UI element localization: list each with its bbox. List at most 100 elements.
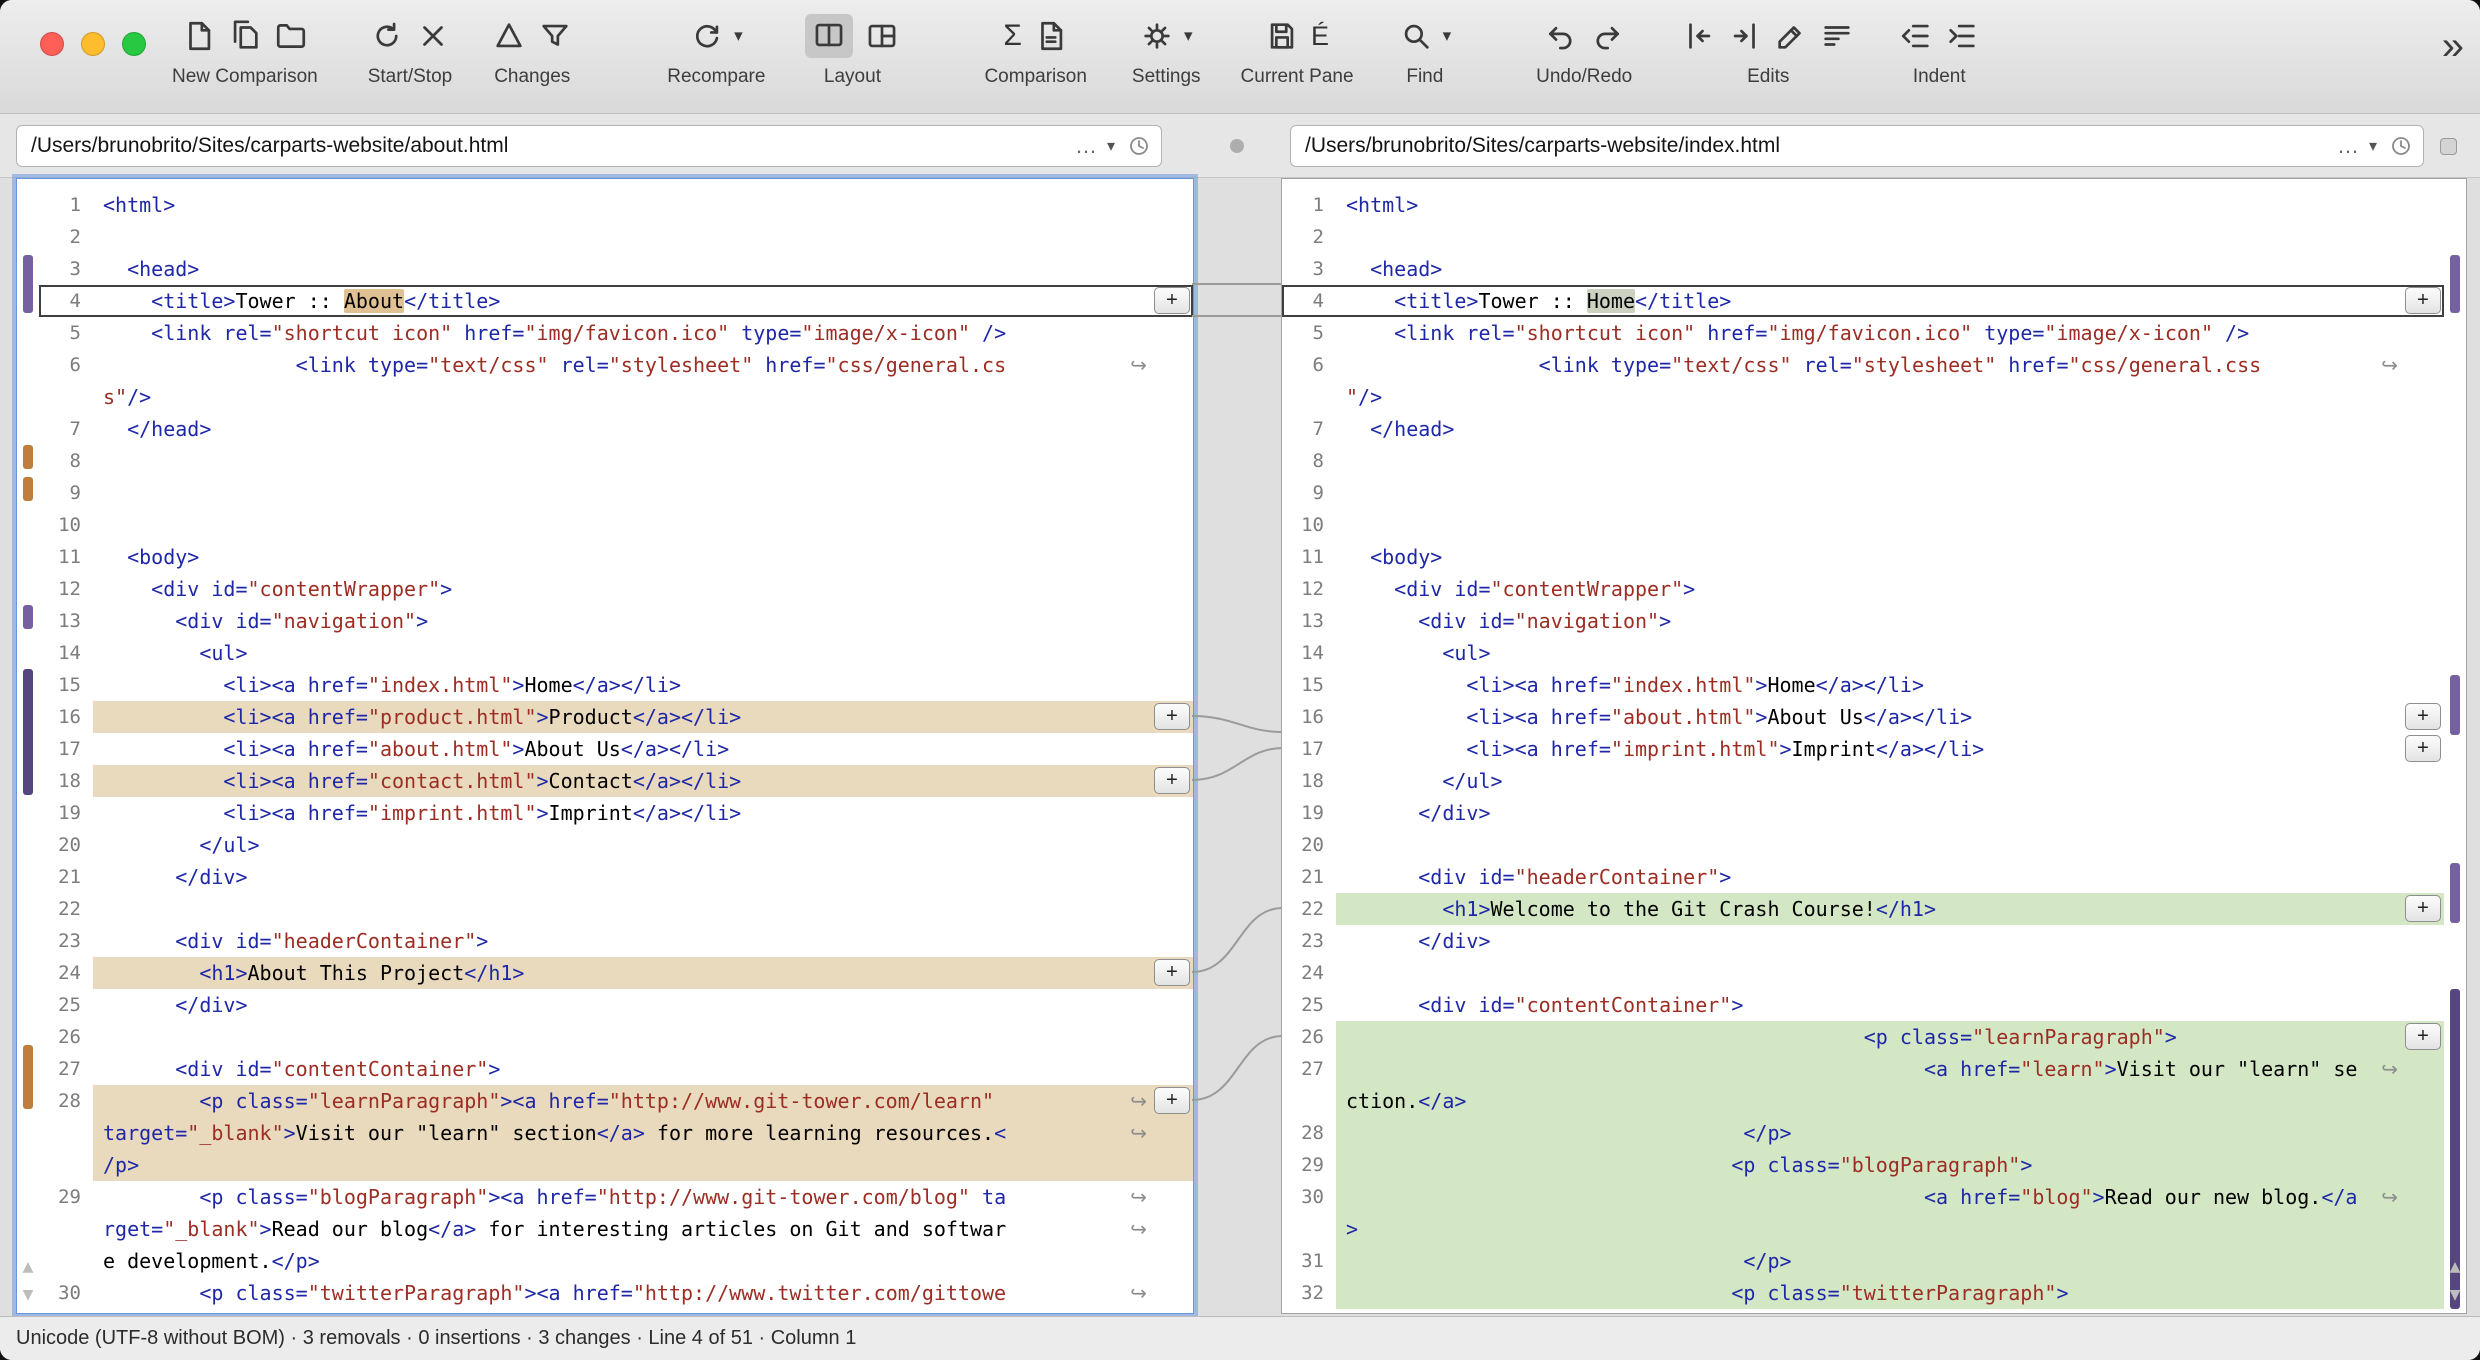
indent-icon[interactable] — [1945, 19, 1979, 53]
pane-toggle-icon[interactable] — [2440, 138, 2457, 155]
next-edit-icon[interactable] — [1728, 19, 1762, 53]
scroll-down-icon[interactable]: ▼ — [17, 1285, 39, 1305]
merge-change-button[interactable]: + — [1154, 287, 1190, 314]
merge-change-button[interactable]: + — [1154, 959, 1190, 986]
merge-change-button[interactable]: + — [2405, 1023, 2441, 1050]
chevron-down-icon[interactable]: ▾ — [1443, 26, 1452, 46]
merge-change-button[interactable]: + — [2405, 287, 2441, 314]
code-row: 26 <p class="learnParagraph">+ — [1282, 1021, 2444, 1053]
code-text: <div id="contentWrapper"> — [1336, 573, 2444, 605]
magnifier-icon[interactable] — [1399, 19, 1433, 53]
line-number: 8 — [39, 445, 93, 477]
code-row: 3 <head> — [39, 253, 1193, 285]
start-refresh-icon[interactable] — [370, 19, 404, 53]
right-file-path: /Users/brunobrito/Sites/carparts-website… — [1305, 134, 2327, 158]
line-wrap-icon: ↪ — [1130, 1181, 1147, 1213]
new-document-icon[interactable] — [228, 19, 262, 53]
code-row: 25 <div id="contentContainer"> — [1282, 989, 2444, 1021]
code-text: <p class="learnParagraph"><a href="http:… — [93, 1085, 1193, 1117]
path-dropdown-icon[interactable]: ▾ — [1107, 136, 1115, 156]
new-folder-comparison-icon[interactable] — [274, 19, 308, 53]
line-number: 5 — [1282, 317, 1336, 349]
scroll-up-icon[interactable]: ▲ — [2444, 1257, 2466, 1277]
right-file-path-field[interactable]: /Users/brunobrito/Sites/carparts-website… — [1290, 125, 2424, 167]
change-marker[interactable] — [23, 445, 33, 469]
line-number — [39, 1149, 93, 1181]
code-text: <li><a href="contact.html">Contact</a></… — [93, 765, 1193, 797]
encoding-icon[interactable]: É — [1311, 19, 1329, 53]
change-marker[interactable] — [2450, 863, 2460, 923]
left-file-path-field[interactable]: /Users/brunobrito/Sites/carparts-website… — [16, 125, 1162, 167]
line-number: 18 — [1282, 765, 1336, 797]
line-number: 21 — [1282, 861, 1336, 893]
filter-icon[interactable] — [538, 19, 572, 53]
code-text: </div> — [1336, 797, 2444, 829]
previous-edit-icon[interactable] — [1682, 19, 1716, 53]
layout-two-pane-icon[interactable] — [812, 18, 846, 52]
layout-two-pane-selected[interactable] — [805, 14, 853, 58]
new-file-icon[interactable] — [182, 19, 216, 53]
change-marker[interactable] — [23, 605, 33, 629]
code-row: 28 </p> — [1282, 1117, 2444, 1149]
line-number: 11 — [39, 541, 93, 573]
layout-split-icon[interactable] — [865, 19, 899, 53]
history-icon[interactable] — [2389, 134, 2413, 158]
edit-pen-icon[interactable] — [1774, 19, 1808, 53]
change-marker[interactable] — [23, 669, 33, 795]
report-document-icon[interactable] — [1034, 19, 1068, 53]
change-marker[interactable] — [23, 255, 33, 313]
scroll-down-icon[interactable]: ▼ — [2444, 1285, 2466, 1305]
chevron-down-icon[interactable]: ▾ — [1184, 26, 1193, 46]
path-dropdown-icon[interactable]: ▾ — [2369, 136, 2377, 156]
code-text: <p class="blogParagraph"> — [1336, 1149, 2444, 1181]
history-icon[interactable] — [1127, 134, 1151, 158]
code-row: 13 <div id="navigation"> — [1282, 605, 2444, 637]
save-icon[interactable] — [1265, 19, 1299, 53]
code-row: 12 <div id="contentWrapper"> — [39, 573, 1193, 605]
gear-icon[interactable] — [1140, 19, 1174, 53]
merge-change-button[interactable]: + — [1154, 767, 1190, 794]
file-path-bar: /Users/brunobrito/Sites/carparts-website… — [0, 114, 2480, 178]
scroll-up-icon[interactable]: ▲ — [17, 1257, 39, 1277]
code-text: <link rel="shortcut icon" href="img/favi… — [93, 317, 1193, 349]
change-marker[interactable] — [2450, 255, 2460, 313]
recompare-icon[interactable] — [690, 19, 724, 53]
delta-changes-icon[interactable] — [492, 19, 526, 53]
toolbar-overflow-button[interactable]: » — [2442, 24, 2458, 69]
right-code-pane[interactable]: 1<html>23 <head>4 <title>Tower :: Home</… — [1281, 178, 2467, 1314]
left-code-pane[interactable]: ▲ ▼ 1<html>23 <head>4 <title>Tower :: Ab… — [16, 178, 1194, 1314]
line-number: 14 — [1282, 637, 1336, 669]
path-overflow-icon[interactable]: … — [2337, 133, 2359, 159]
line-number: 9 — [39, 477, 93, 509]
pane-splitter-dot[interactable] — [1230, 139, 1244, 153]
change-marker[interactable] — [2450, 675, 2460, 735]
code-row: 18 <li><a href="contact.html">Contact</a… — [39, 765, 1193, 797]
code-text: <div id="navigation"> — [93, 605, 1193, 637]
stop-x-icon[interactable] — [416, 19, 450, 53]
code-text: s"/> — [93, 381, 1193, 413]
line-number: 30 — [1282, 1181, 1336, 1213]
code-text: <p class="blogParagraph"><a href="http:/… — [93, 1181, 1193, 1213]
merge-change-button[interactable]: + — [1154, 703, 1190, 730]
sigma-icon[interactable]: Σ — [1003, 19, 1022, 53]
undo-icon[interactable] — [1544, 19, 1578, 53]
code-row: 16 <li><a href="about.html">About Us</a>… — [1282, 701, 2444, 733]
merge-change-button[interactable]: + — [2405, 735, 2441, 762]
code-row: target="_blank">Visit our "learn" sectio… — [39, 1117, 1193, 1149]
change-marker[interactable] — [23, 477, 33, 501]
code-text: </ul> — [93, 829, 1193, 861]
merge-change-button[interactable]: + — [2405, 703, 2441, 730]
code-text: <li><a href="index.html">Home</a></li> — [93, 669, 1193, 701]
outdent-icon[interactable] — [1899, 19, 1933, 53]
change-marker[interactable] — [23, 1045, 33, 1109]
chevron-down-icon[interactable]: ▾ — [734, 26, 743, 46]
path-overflow-icon[interactable]: … — [1075, 133, 1097, 159]
merge-change-button[interactable]: + — [2405, 895, 2441, 922]
redo-icon[interactable] — [1590, 19, 1624, 53]
edit-list-icon[interactable] — [1820, 19, 1854, 53]
code-row: 14 <ul> — [1282, 637, 2444, 669]
code-row: 22 — [39, 893, 1193, 925]
left-change-ribbon: ▲ ▼ — [17, 179, 39, 1313]
line-number: 7 — [1282, 413, 1336, 445]
merge-change-button[interactable]: + — [1154, 1087, 1190, 1114]
